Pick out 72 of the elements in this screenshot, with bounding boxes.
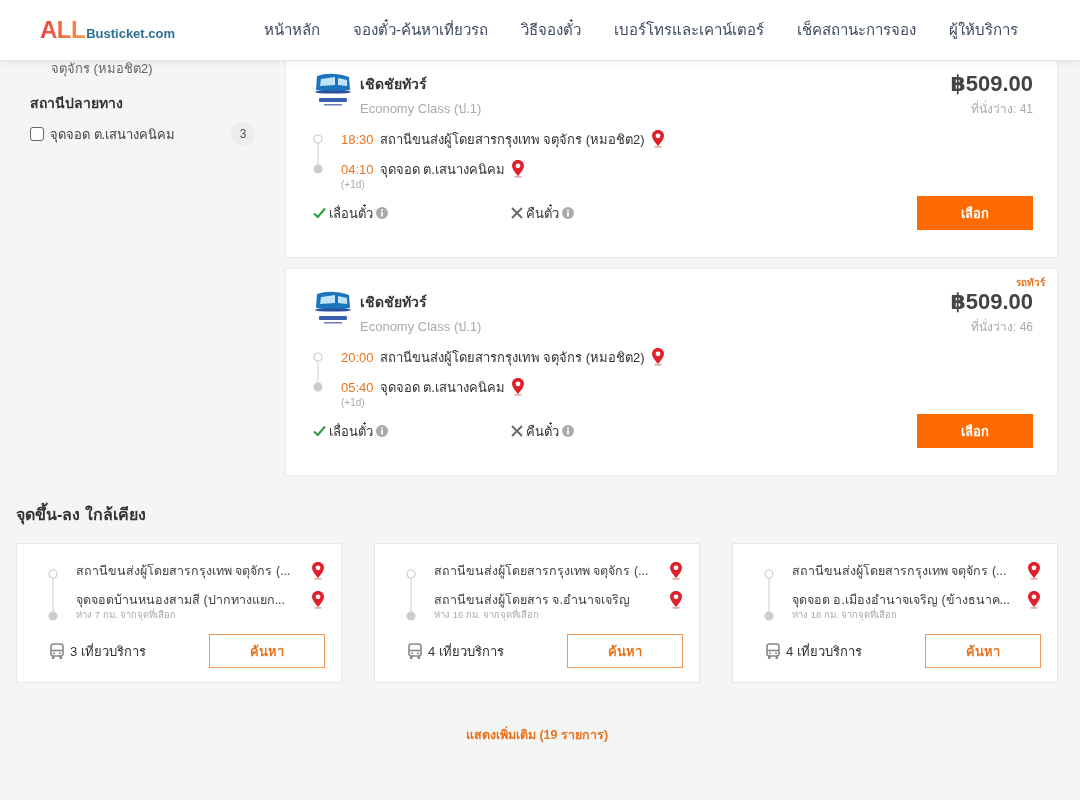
policy-label: เลื่อนตั๋ว [329, 421, 373, 441]
day-offset: (+1d) [341, 397, 366, 408]
nav-link[interactable]: เช็คสถานะการจอง [797, 18, 916, 42]
info-icon [562, 425, 574, 437]
policy-label: คืนตั๋ว [526, 203, 559, 223]
station-name: สถานีขนส่งผู้โดยสาร จ.อำนาจเจริญ [434, 592, 631, 609]
info-icon [376, 207, 388, 219]
map-pin-icon [510, 160, 525, 178]
time: 18:30 [341, 131, 374, 147]
filter-heading: สถานีปลายทาง [30, 94, 124, 113]
company-logo [313, 289, 353, 327]
nav-link[interactable]: เบอร์โทรและเคาน์เตอร์ [614, 18, 764, 42]
station-name: สถานีขนส่งผู้โดยสารกรุงเทพ จตุจักร (... [792, 563, 1008, 581]
route-timeline [313, 134, 323, 174]
station-name: สถานีขนส่งผู้โดยสารกรุงเทพ จตุจักร (... [76, 563, 292, 581]
route-timeline [313, 352, 323, 392]
info-icon [376, 425, 388, 437]
map-pin-icon [669, 562, 683, 580]
station-name: จุดจอด ต.เสนางคนิคม [379, 160, 505, 180]
bus-icon [49, 642, 65, 660]
distance-note: ห่าง 18 กม. จากจุดที่เลือก [791, 608, 899, 622]
price: ฿509.00 [950, 71, 1033, 97]
seats-available: ที่นั่งว่าง: 41 [970, 99, 1033, 118]
filter-label: จตุจักร (หมอชิต2) [51, 62, 154, 76]
bus-class: Economy Class (ป.1) [360, 100, 482, 118]
operator-name: เชิดชัยทัวร์ [360, 75, 428, 94]
site-logo[interactable]: ALLBusticket.com [40, 16, 264, 44]
time: 20:00 [341, 349, 374, 365]
distance-note: ห่าง 16 กม. จากจุดที่เลือก [433, 607, 540, 622]
count-badge: 3 [231, 122, 255, 146]
section-heading: จุดขึ้น-ลง ใกล้เคียง [16, 502, 1058, 527]
info-icon [562, 207, 574, 219]
category-label: รถทัวร์ [1015, 276, 1045, 289]
filter-option-label[interactable]: จุดจอด ต.เสนางคนิคม [50, 123, 225, 145]
map-pin-icon [510, 378, 525, 396]
trip-count: 4 เที่ยวบริการ [428, 642, 504, 661]
bus-class: Economy Class (ป.1) [360, 318, 482, 336]
map-pin-icon [650, 348, 665, 366]
company-logo [313, 71, 353, 109]
route-timeline [48, 569, 58, 621]
nav-link[interactable]: วิธีจองตั๋ว [521, 18, 581, 42]
map-pin-icon [311, 562, 325, 580]
map-pin-icon [311, 591, 325, 609]
nav-link[interactable]: หน้าหลัก [264, 18, 320, 42]
policy-label: เลื่อนตั๋ว [329, 203, 373, 223]
checkbox[interactable] [30, 127, 44, 141]
map-pin-icon [650, 130, 665, 148]
map-pin-icon [1027, 591, 1041, 609]
operator-name: เชิดชัยทัวร์ [360, 293, 428, 312]
bus-icon [407, 642, 423, 660]
nav-link[interactable]: ผู้ให้บริการ [949, 18, 1018, 42]
map-pin-icon [669, 591, 683, 609]
station-name: สถานีขนส่งผู้โดยสารกรุงเทพ จตุจักร (หมอชิต2) [379, 348, 645, 368]
station-name: สถานีขนส่งผู้โดยสารกรุงเทพ จตุจักร (หมอชิต2) [379, 130, 645, 150]
station-name: จุดจอด อ.เมืองอำนาจเจริญ (ข้างธนาค... [792, 592, 1011, 608]
station-name: จุดจอดบ้านหนองสามสี (ปากทางแยก... [76, 592, 287, 609]
policy-label: คืนตั๋ว [526, 421, 559, 441]
route-timeline [764, 569, 774, 621]
station-name: จุดจอด ต.เสนางคนิคม [379, 378, 505, 398]
map-pin-icon [1027, 562, 1041, 580]
trip-count: 3 เที่ยวบริการ [70, 642, 146, 661]
price: ฿509.00 [950, 289, 1033, 315]
time: 05:40 [341, 379, 374, 395]
route-timeline [406, 569, 416, 621]
station-name: สถานีขนส่งผู้โดยสารกรุงเทพ จตุจักร (... [434, 563, 650, 581]
nav-link[interactable]: จองตั๋ว-ค้นหาเที่ยวรถ [353, 18, 488, 42]
time: 04:10 [341, 161, 374, 177]
bus-icon [765, 642, 781, 660]
seats-available: ที่นั่งว่าง: 46 [970, 317, 1033, 336]
distance-note: ห่าง 7 กม. จากจุดที่เลือก [75, 608, 176, 622]
trip-count: 4 เที่ยวบริการ [786, 642, 862, 661]
day-offset: (+1d) [341, 179, 366, 190]
